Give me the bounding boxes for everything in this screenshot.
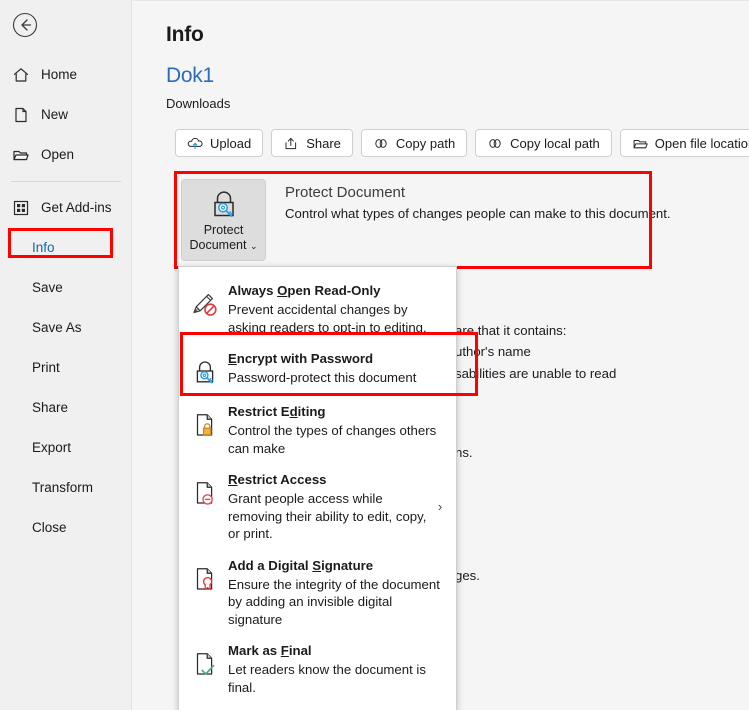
sidebar-item-label: Save [32, 280, 63, 296]
menu-item-title: Restrict Access [228, 472, 327, 487]
menu-item-text: Restrict Access Grant people access whil… [228, 471, 434, 543]
sidebar-item-label: Close [32, 520, 67, 536]
menu-item-text: Mark as Final Let readers know the docum… [228, 642, 446, 696]
sidebar-item-label: Info [32, 240, 55, 256]
protect-label-line2: Document [189, 238, 247, 252]
sidebar-item-label: Share [32, 400, 69, 416]
obscured-text-fragment: ns. [455, 445, 473, 460]
sidebar-item-label: Print [32, 360, 60, 376]
menu-item-description: Prevent accidental changes by asking rea… [228, 302, 427, 335]
document-restricted-icon [190, 476, 220, 510]
sidebar-item-share[interactable]: Share [0, 388, 132, 428]
document-lock-icon [190, 408, 220, 442]
sidebar-item-info[interactable]: Info [0, 228, 132, 268]
copy-path-button[interactable]: Copy path [360, 129, 468, 157]
menu-item-text: Restrict Editing Control the types of ch… [228, 403, 446, 457]
sidebar-item-home[interactable]: Home [0, 55, 132, 95]
add-ins-grid-icon [11, 198, 31, 218]
menu-item-description: Let readers know the document is final. [228, 662, 426, 695]
copy-path-button-label: Copy path [395, 135, 456, 151]
share-arrow-icon [283, 135, 299, 151]
file-action-toolbar: Upload Share Copy path Copy local path O… [175, 129, 749, 157]
protect-document-button[interactable]: Protect Document ⌄ [181, 179, 266, 261]
protect-document-description: Control what types of changes people can… [285, 206, 671, 221]
obscured-text-fragment: are that it contains: [455, 323, 567, 338]
obscured-text-fragment: sabilities are unable to read [455, 366, 617, 381]
upload-button-label: Upload [210, 135, 252, 151]
protect-document-heading: Protect Document [285, 184, 406, 201]
document-check-icon [190, 647, 220, 681]
share-button-label: Share [306, 135, 341, 151]
menu-item-encrypt-with-password[interactable]: Encrypt with Password Password-protect t… [179, 343, 456, 396]
menu-item-text: Add a Digital Signature Ensure the integ… [228, 557, 446, 629]
open-folder-icon [11, 145, 31, 165]
document-location: Downloads [166, 96, 231, 111]
menu-item-mark-as-final[interactable]: Mark as Final Let readers know the docum… [179, 635, 456, 703]
sidebar-item-print[interactable]: Print [0, 348, 132, 388]
protect-document-button-label: Protect Document ⌄ [189, 223, 257, 254]
obscured-text-fragment: uthor's name [455, 344, 531, 359]
chevron-down-icon: ⌄ [249, 241, 258, 251]
page-title: Info [166, 23, 204, 46]
protect-document-dropdown: Always Open Read-Only Prevent accidental… [178, 266, 457, 710]
sidebar-item-save[interactable]: Save [0, 268, 132, 308]
copy-local-path-button-label: Copy local path [510, 135, 600, 151]
sidebar-item-label: Export [32, 440, 72, 456]
sidebar-item-label: Get Add-ins [41, 200, 112, 216]
pencil-blocked-icon [190, 287, 220, 321]
padlock-key-icon [190, 355, 220, 389]
sidebar-item-export[interactable]: Export [0, 428, 132, 468]
link-icon [487, 135, 503, 151]
info-pane: Info Dok1 Downloads Upload Share Copy pa… [133, 0, 749, 710]
protect-label-line1: Protect [203, 223, 244, 237]
menu-item-add-digital-signature[interactable]: Add a Digital Signature Ensure the integ… [179, 550, 456, 636]
sidebar-item-save-as[interactable]: Save As [0, 308, 132, 348]
share-button[interactable]: Share [271, 129, 353, 157]
backstage-nav-list: Home New Open Get Add-ins Info Save Save… [0, 55, 132, 548]
open-file-location-button-label: Open file location [654, 135, 749, 151]
cloud-upload-icon [187, 135, 203, 151]
sidebar-item-close[interactable]: Close [0, 508, 132, 548]
copy-local-path-button[interactable]: Copy local path [475, 129, 612, 157]
upload-button[interactable]: Upload [175, 129, 264, 157]
back-arrow-icon[interactable] [10, 10, 40, 40]
obscured-text-fragment: ges. [455, 568, 480, 583]
menu-item-title: Add a Digital Signature [228, 557, 374, 573]
chevron-right-icon: › [437, 499, 443, 515]
open-file-location-button[interactable]: Open file location [619, 129, 749, 157]
menu-item-restrict-editing[interactable]: Restrict Editing Control the types of ch… [179, 396, 456, 464]
menu-item-title: Always Open Read-Only [228, 283, 381, 298]
home-icon [11, 65, 31, 85]
document-signature-icon [190, 562, 220, 596]
menu-item-description: Ensure the integrity of the document by … [228, 576, 440, 627]
sidebar-item-label: Home [41, 67, 78, 83]
new-document-icon [11, 105, 31, 125]
sidebar-item-label: Transform [32, 480, 94, 496]
menu-item-title: Restrict Editing [228, 404, 326, 419]
backstage-sidebar: Home New Open Get Add-ins Info Save Save… [0, 0, 132, 710]
sidebar-item-new[interactable]: New [0, 95, 132, 135]
sidebar-item-label: Open [41, 147, 75, 163]
sidebar-item-open[interactable]: Open [0, 135, 132, 175]
sidebar-item-transform[interactable]: Transform [0, 468, 132, 508]
sidebar-item-label: Save As [32, 320, 82, 336]
padlock-key-icon [207, 188, 241, 220]
menu-item-description: Grant people access while removing their… [228, 491, 427, 541]
sidebar-item-get-add-ins[interactable]: Get Add-ins [0, 188, 132, 228]
sidebar-item-label: New [41, 107, 69, 123]
menu-item-title: Mark as Final [228, 643, 312, 658]
menu-item-description: Password-protect this document [228, 370, 417, 385]
document-name[interactable]: Dok1 [166, 64, 214, 88]
menu-item-always-open-read-only[interactable]: Always Open Read-Only Prevent accidental… [179, 275, 456, 343]
menu-item-description: Control the types of changes others can … [228, 423, 437, 456]
menu-item-text: Always Open Read-Only Prevent accidental… [228, 282, 446, 336]
menu-item-title: Encrypt with Password [228, 351, 374, 366]
open-folder-icon [632, 135, 648, 151]
menu-item-restrict-access[interactable]: Restrict Access Grant people access whil… [179, 464, 456, 550]
sidebar-divider [11, 181, 121, 182]
link-icon [373, 135, 389, 151]
menu-item-text: Encrypt with Password Password-protect t… [228, 350, 446, 387]
